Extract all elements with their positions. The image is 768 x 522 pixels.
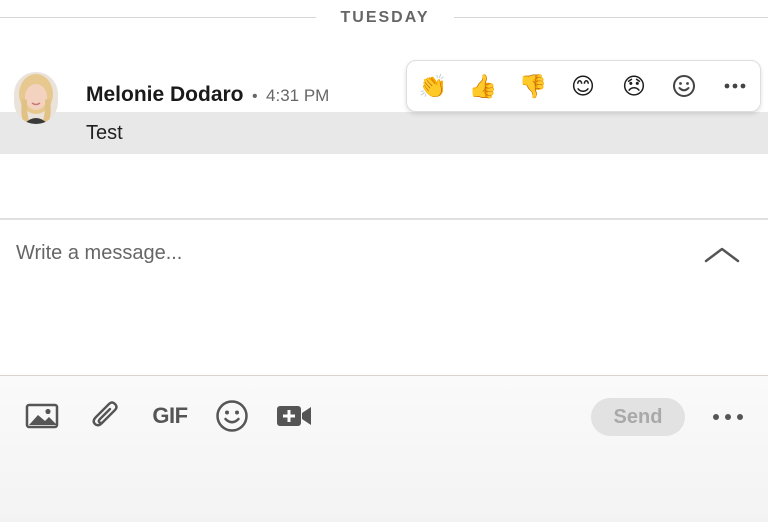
separator-dot: •	[251, 88, 258, 105]
day-label: TUESDAY	[340, 9, 430, 26]
expand-compose-button[interactable]	[700, 240, 744, 270]
sender-avatar[interactable]	[14, 72, 58, 124]
thumbs-down-reaction-button[interactable]: 👎	[517, 70, 549, 102]
emoji-button[interactable]	[212, 396, 252, 436]
smile-reaction-button[interactable]: 😊	[567, 70, 599, 102]
emoji-icon	[216, 400, 248, 432]
sender-name[interactable]: Melonie Dodaro	[86, 83, 244, 106]
ellipsis-icon	[713, 414, 743, 420]
message-header: Melonie Dodaro • 4:31 PM	[86, 83, 329, 107]
thumbs-up-icon: 👍	[468, 72, 498, 99]
sad-icon: 😞	[622, 72, 646, 99]
add-reaction-button[interactable]	[668, 70, 700, 102]
gif-label: GIF	[152, 403, 188, 428]
attach-image-button[interactable]	[22, 396, 62, 436]
paperclip-icon	[92, 401, 118, 427]
more-options-button[interactable]	[706, 402, 750, 432]
divider-line	[0, 17, 316, 18]
compose-divider	[0, 218, 768, 220]
day-divider: TUESDAY	[0, 0, 768, 36]
video-meeting-button[interactable]	[274, 396, 314, 436]
video-meeting-icon	[277, 406, 311, 426]
chevron-up-icon	[704, 247, 740, 263]
more-reactions-button[interactable]	[719, 70, 751, 102]
gif-button[interactable]: GIF	[148, 396, 192, 436]
image-icon	[25, 403, 59, 429]
send-button[interactable]: Send	[591, 398, 685, 436]
reaction-toolbar: 👏 👍 👎 😊 😞	[406, 60, 761, 112]
message-input[interactable]	[16, 238, 676, 268]
clap-icon: 👏	[418, 72, 448, 99]
smiley-outline-icon	[673, 75, 695, 97]
compose-toolbar: GIF Send	[0, 375, 768, 522]
clap-reaction-button[interactable]: 👏	[417, 70, 449, 102]
thumbs-up-reaction-button[interactable]: 👍	[467, 70, 499, 102]
attach-file-button[interactable]	[86, 396, 126, 436]
thumbs-down-icon: 👎	[518, 72, 548, 99]
message-body: Test	[86, 122, 123, 144]
sad-reaction-button[interactable]: 😞	[618, 70, 650, 102]
ellipsis-icon	[724, 83, 746, 89]
divider-line	[454, 17, 768, 18]
message-timestamp: 4:31 PM	[266, 86, 330, 105]
smile-icon: 😊	[571, 72, 595, 99]
